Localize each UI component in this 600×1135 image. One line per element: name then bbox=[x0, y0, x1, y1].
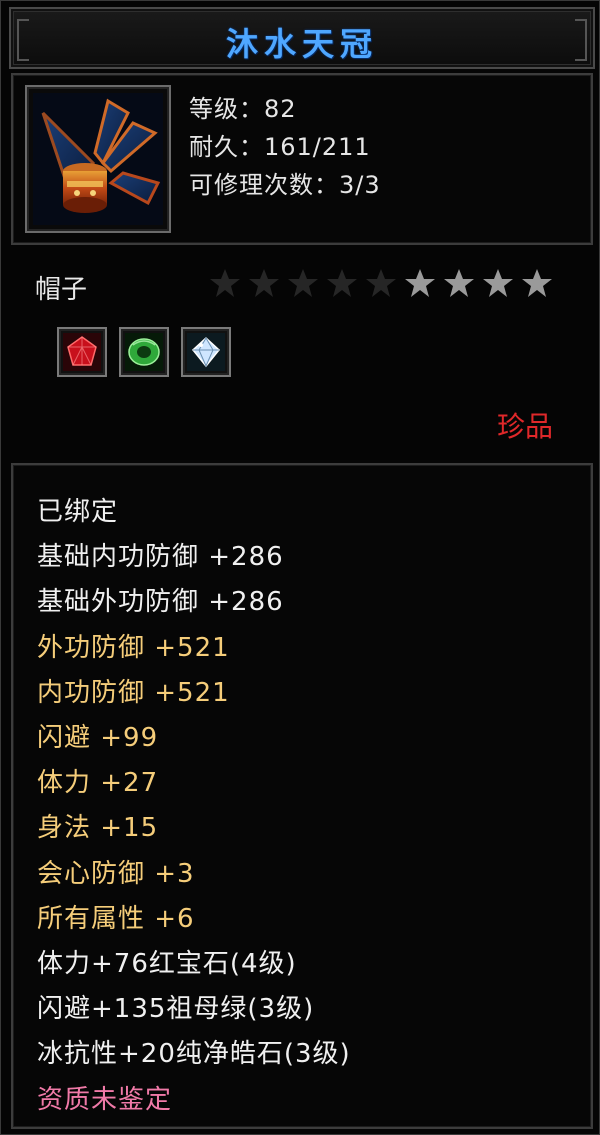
attribute-line: 基础内功防御 +286 bbox=[37, 542, 284, 573]
gem-socket-2[interactable] bbox=[119, 327, 169, 377]
diamond-gem-icon bbox=[187, 333, 225, 371]
star-lit-icon bbox=[444, 269, 474, 297]
item-durability: 耐久：161/211 bbox=[189, 133, 371, 161]
attribute-line: 内功防御 +521 bbox=[37, 677, 230, 708]
star-empty-icon bbox=[366, 269, 396, 297]
attribute-line: 所有属性 +6 bbox=[37, 903, 195, 934]
attribute-line: 体力+76红宝石(4级) bbox=[37, 949, 297, 979]
gem-socket-3[interactable] bbox=[181, 327, 231, 377]
item-repair-count: 可修理次数：3/3 bbox=[189, 171, 381, 199]
item-level: 等级：82 bbox=[189, 95, 297, 123]
star-lit-icon bbox=[405, 269, 435, 297]
star-lit-icon bbox=[522, 269, 552, 297]
ruby-gem-icon bbox=[63, 333, 101, 371]
enhancement-stars bbox=[209, 267, 553, 299]
title-bar: 沐水天冠 bbox=[9, 7, 595, 69]
attribute-line: 基础外功防御 +286 bbox=[37, 587, 284, 618]
star-lit-icon bbox=[483, 269, 513, 297]
item-tooltip: 沐水天冠 等级：82 耐久：161/211 可修理次数：3/3 帽子 珍品 已绑… bbox=[0, 0, 600, 1135]
title-ornament-right bbox=[575, 19, 587, 61]
crown-hat-icon bbox=[33, 93, 163, 225]
gem-sockets bbox=[57, 327, 231, 377]
attribute-panel: 已绑定基础内功防御 +286 基础外功防御 +286 外功防御 +521 内功防御 +… bbox=[11, 463, 593, 1129]
item-rarity: 珍品 bbox=[496, 410, 553, 443]
attribute-line: 冰抗性+20纯净皓石(3级) bbox=[37, 1039, 351, 1070]
attribute-line: 身法 +15 bbox=[37, 813, 159, 844]
attribute-line: 体力 +27 bbox=[37, 768, 159, 799]
gem-socket-1[interactable] bbox=[57, 327, 107, 377]
item-subtype: 帽子 bbox=[35, 275, 88, 305]
attribute-line: 闪避 +99 bbox=[37, 723, 159, 753]
attribute-line: 外功防御 +521 bbox=[37, 632, 230, 663]
star-empty-icon bbox=[210, 269, 240, 297]
attribute-line: 资质未鉴定 bbox=[37, 1084, 173, 1115]
item-name: 沐水天冠 bbox=[225, 25, 378, 63]
emerald-gem-icon bbox=[125, 333, 163, 371]
attribute-line: 已绑定 bbox=[37, 497, 119, 527]
star-empty-icon bbox=[288, 269, 318, 297]
item-icon-frame[interactable] bbox=[25, 85, 171, 233]
star-empty-icon bbox=[249, 269, 279, 297]
attribute-line: 闪避+135祖母绿(3级) bbox=[37, 994, 315, 1025]
attribute-line: 会心防御 +3 bbox=[37, 858, 195, 889]
star-empty-icon bbox=[327, 269, 357, 297]
item-header-panel: 等级：82 耐久：161/211 可修理次数：3/3 bbox=[11, 73, 593, 245]
